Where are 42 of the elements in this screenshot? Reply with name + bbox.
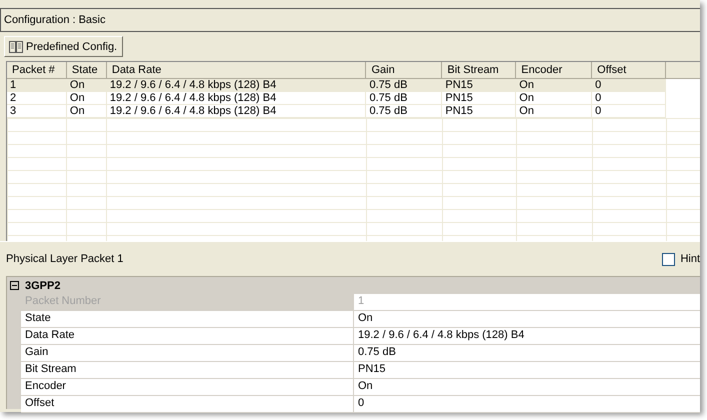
property-value[interactable]: 0 bbox=[354, 396, 700, 412]
table-cell: On bbox=[516, 92, 592, 105]
table-cell: PN15 bbox=[442, 105, 516, 118]
table-row[interactable]: 3 On 19.2 / 9.6 / 6.4 / 4.8 kbps (128) B4 0.75 dB PN15 On 0 bbox=[7, 105, 700, 118]
group-label: 3GPP2 bbox=[25, 280, 60, 292]
table-cell: 19.2 / 9.6 / 6.4 / 4.8 kbps (128) B4 bbox=[106, 92, 366, 105]
table-cell: On bbox=[66, 105, 107, 118]
table-cell: 3 bbox=[7, 105, 67, 118]
collapse-icon[interactable] bbox=[10, 281, 19, 290]
table-cell: On bbox=[66, 79, 107, 92]
configuration-label: Configuration : Basic bbox=[0, 8, 700, 32]
table-cell: PN15 bbox=[442, 79, 516, 92]
table-cell: 1 bbox=[7, 79, 67, 92]
table-cell: On bbox=[516, 105, 592, 118]
table-cell: 19.2 / 9.6 / 6.4 / 4.8 kbps (128) B4 bbox=[106, 105, 366, 118]
table-cell: PN15 bbox=[442, 92, 516, 105]
property-name: Offset bbox=[21, 396, 354, 412]
checkbox-box[interactable] bbox=[662, 252, 676, 266]
property-name: Data Rate bbox=[21, 328, 354, 344]
table-cell: 0.75 dB bbox=[366, 92, 442, 105]
hint-checkbox[interactable]: Hint bbox=[662, 252, 700, 266]
property-name: State bbox=[21, 311, 354, 327]
property-name: Bit Stream bbox=[21, 362, 354, 378]
table-cell: 19.2 / 9.6 / 6.4 / 4.8 kbps (128) B4 bbox=[106, 79, 366, 92]
property-name: Encoder bbox=[21, 379, 354, 395]
property-value[interactable]: 19.2 / 9.6 / 6.4 / 4.8 kbps (128) B4 bbox=[354, 328, 700, 344]
table-row[interactable]: 2 On 19.2 / 9.6 / 6.4 / 4.8 kbps (128) B4 0.75 dB PN15 On 0 bbox=[7, 92, 700, 105]
property-value[interactable]: On bbox=[354, 311, 700, 327]
predefined-config-button[interactable]: Predefined Config. bbox=[4, 36, 124, 57]
table-cell: 0 bbox=[592, 79, 666, 92]
table-cell: On bbox=[66, 92, 107, 105]
table-cell: On bbox=[516, 79, 592, 92]
table-cell: 0.75 dB bbox=[366, 105, 442, 118]
book-icon bbox=[9, 40, 23, 52]
property-value[interactable]: PN15 bbox=[354, 362, 700, 378]
panel-title: Physical Layer Packet 1 bbox=[6, 253, 124, 265]
table-cell: 0.75 dB bbox=[366, 79, 442, 92]
property-name: Gain bbox=[21, 345, 354, 361]
property-value[interactable]: On bbox=[354, 379, 700, 395]
table-row[interactable]: 1 On 19.2 / 9.6 / 6.4 / 4.8 kbps (128) B4 0.75 dB PN15 On 0 bbox=[7, 79, 700, 92]
table-cell: 2 bbox=[7, 92, 67, 105]
property-value[interactable]: 0.75 dB bbox=[354, 345, 700, 361]
